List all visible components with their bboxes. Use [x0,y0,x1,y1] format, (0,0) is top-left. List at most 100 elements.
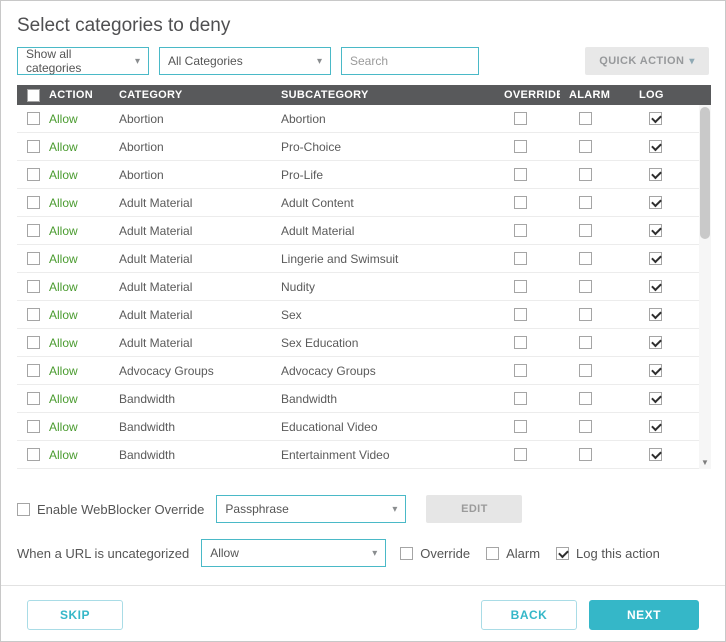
override-checkbox[interactable] [514,448,527,461]
back-button[interactable]: BACK [481,600,577,630]
row-select-checkbox[interactable] [26,224,40,237]
override-checkbox[interactable] [514,392,527,405]
alarm-checkbox[interactable] [579,280,592,293]
alarm-checkbox[interactable] [579,392,592,405]
search-input[interactable] [341,47,479,75]
override-checkbox[interactable] [514,364,527,377]
log-checkbox[interactable] [649,168,662,181]
alarm-checkbox[interactable] [579,364,592,377]
subcategory-label: Advocacy Groups [281,363,376,378]
alarm-checkbox[interactable] [579,140,592,153]
log-checkbox[interactable] [649,448,662,461]
row-select-cell [17,112,49,125]
row-select-checkbox[interactable] [26,420,40,433]
uncategorized-log-checkbox[interactable] [556,546,570,560]
row-select-checkbox[interactable] [26,336,40,349]
override-checkbox[interactable] [514,140,527,153]
quick-action-button[interactable]: QUICK ACTION ▾ [585,47,709,75]
header-log: LOG [639,89,664,101]
row-select-cell [17,420,49,433]
override-checkbox[interactable] [514,112,527,125]
row-select-checkbox[interactable] [26,392,40,405]
log-checkbox[interactable] [649,364,662,377]
row-select-checkbox[interactable] [26,308,40,321]
row-select-checkbox[interactable] [26,364,40,377]
header-alarm: ALARM [569,89,611,101]
subcategory-label: Pro-Life [281,167,324,182]
table-row: Allow Bandwidth Entertainment Video [17,441,711,469]
select-all-checkbox[interactable] [26,88,40,102]
chevron-down-icon: ▾ [134,55,140,67]
subcategory-label: Adult Material [281,223,355,238]
subcategory-label: Pro-Choice [281,139,342,154]
uncategorized-override-checkbox[interactable] [400,546,414,560]
override-checkbox[interactable] [514,196,527,209]
override-cell [504,140,569,153]
uncategorized-action-dropdown[interactable]: Allow ▾ [201,539,387,567]
alarm-checkbox[interactable] [579,224,592,237]
enable-override-checkbox[interactable] [17,502,30,516]
log-checkbox[interactable] [649,392,662,405]
override-checkbox[interactable] [514,420,527,433]
alarm-checkbox[interactable] [579,252,592,265]
alarm-checkbox[interactable] [579,168,592,181]
override-checkbox[interactable] [514,252,527,265]
row-select-checkbox[interactable] [26,196,40,209]
action-label: Allow [49,391,78,406]
log-checkbox[interactable] [649,420,662,433]
alarm-checkbox[interactable] [579,196,592,209]
uncategorized-alarm-checkbox[interactable] [486,546,500,560]
row-select-checkbox[interactable] [26,280,40,293]
override-method-value: Passphrase [225,502,289,516]
log-checkbox[interactable] [649,308,662,321]
alarm-checkbox[interactable] [579,336,592,349]
subcategory-label: Educational Video [281,419,378,434]
alarm-checkbox[interactable] [579,112,592,125]
log-cell [639,140,689,153]
row-select-cell [17,252,49,265]
log-checkbox[interactable] [649,112,662,125]
show-categories-dropdown[interactable]: Show all categories ▾ [17,47,149,75]
category-label: Advocacy Groups [119,363,214,378]
alarm-checkbox[interactable] [579,420,592,433]
override-checkbox[interactable] [514,168,527,181]
log-checkbox[interactable] [649,280,662,293]
enable-override-control[interactable]: Enable WebBlocker Override [17,502,204,517]
scrollbar[interactable]: ▼ [699,105,711,469]
log-checkbox[interactable] [649,196,662,209]
subcategory-label: Sex Education [281,335,359,350]
override-method-dropdown[interactable]: Passphrase ▾ [216,495,407,523]
log-checkbox[interactable] [649,224,662,237]
uncategorized-log-control[interactable]: Log this action [556,546,660,561]
skip-button[interactable]: SKIP [27,600,123,630]
subcategory-label: Sex [281,307,302,322]
override-checkbox[interactable] [514,280,527,293]
next-button[interactable]: NEXT [589,600,699,630]
header-subcategory: SUBCATEGORY [281,89,369,101]
log-checkbox[interactable] [649,336,662,349]
uncategorized-override-control[interactable]: Override [400,546,470,561]
override-checkbox[interactable] [514,336,527,349]
alarm-cell [569,140,639,153]
log-checkbox[interactable] [649,252,662,265]
all-categories-dropdown[interactable]: All Categories ▾ [159,47,331,75]
row-select-checkbox[interactable] [26,140,40,153]
alarm-checkbox[interactable] [579,308,592,321]
scrollbar-thumb[interactable] [700,107,710,239]
row-select-checkbox[interactable] [26,168,40,181]
uncategorized-alarm-control[interactable]: Alarm [486,546,540,561]
row-select-checkbox[interactable] [26,448,40,461]
edit-button[interactable]: EDIT [426,495,523,523]
category-label: Adult Material [119,335,193,350]
table-row: Allow Bandwidth Educational Video [17,413,711,441]
scroll-down-icon[interactable]: ▼ [699,457,711,469]
override-checkbox[interactable] [514,224,527,237]
row-select-cell [17,140,49,153]
footer-settings: Enable WebBlocker Override Passphrase ▾ … [17,495,709,567]
row-select-checkbox[interactable] [26,252,40,265]
override-checkbox[interactable] [514,308,527,321]
log-cell [639,364,689,377]
row-select-checkbox[interactable] [26,112,40,125]
alarm-checkbox[interactable] [579,448,592,461]
log-checkbox[interactable] [649,140,662,153]
